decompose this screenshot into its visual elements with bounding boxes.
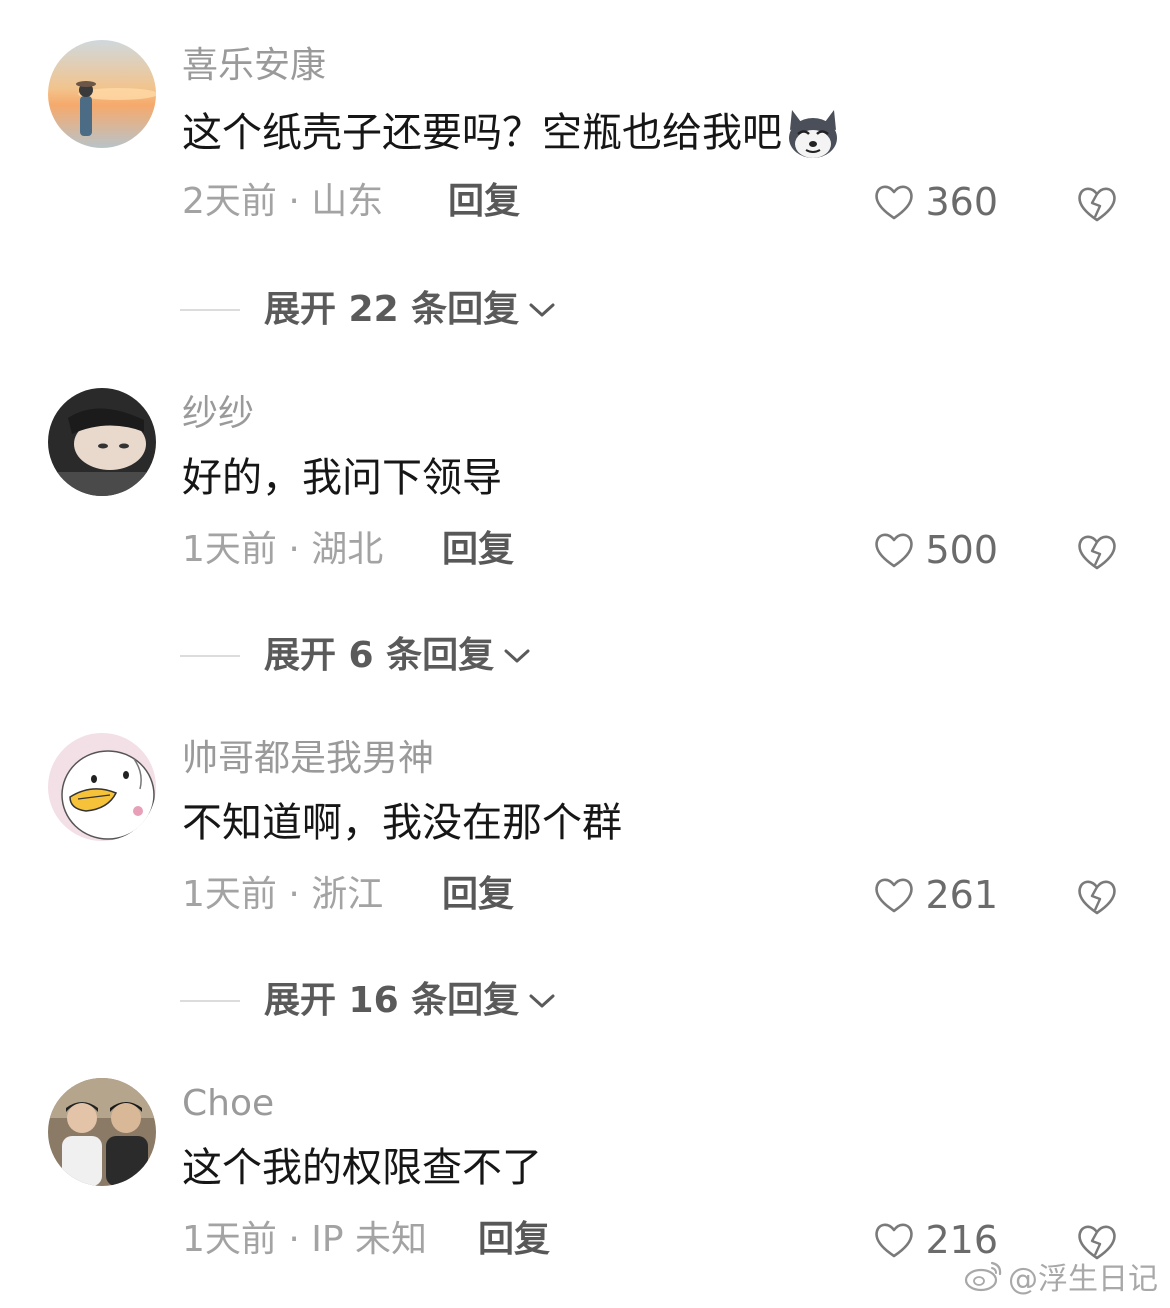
husky-dog-emoji — [784, 104, 842, 162]
divider-line — [180, 655, 240, 657]
like-count: 261 — [925, 873, 998, 917]
avatar-lying-person — [48, 388, 156, 496]
dislike-button[interactable] — [1076, 532, 1118, 572]
time-location: 1天前 · 浙江 — [182, 874, 384, 915]
heart-icon — [875, 533, 914, 568]
time-location: 1天前 · 湖北 — [182, 529, 384, 570]
dislike-button[interactable] — [1076, 877, 1118, 917]
comment-item: 帅哥都是我男神 不知道啊，我没在那个群 1天前 · 浙江 回复 261 — [0, 733, 1170, 963]
comment-text-content: 这个纸壳子还要吗？空瓶也给我吧 — [182, 110, 782, 156]
expand-replies-button[interactable]: 展开 22 条回复 — [180, 288, 557, 332]
reply-button[interactable]: 回复 — [442, 528, 514, 572]
comment-text: 这个纸壳子还要吗？空瓶也给我吧 — [182, 104, 842, 162]
reply-button[interactable]: 回复 — [478, 1218, 550, 1262]
user-avatar[interactable] — [48, 1078, 156, 1186]
comment-text: 这个我的权限查不了 — [182, 1142, 542, 1194]
weibo-icon — [964, 1261, 1002, 1292]
time-location: 2天前 · 山东 — [182, 181, 384, 222]
username[interactable]: Choe — [182, 1082, 274, 1126]
like-button[interactable]: 500 — [873, 528, 998, 572]
chevron-down-icon — [504, 649, 530, 663]
like-count: 500 — [925, 528, 998, 572]
user-avatar[interactable] — [48, 388, 156, 496]
reply-button[interactable]: 回复 — [448, 180, 520, 224]
watermark-text: @浮生日记 — [1008, 1262, 1158, 1297]
comment-text-content: 好的，我问下领导 — [182, 455, 502, 501]
like-count: 360 — [925, 180, 998, 224]
like-button[interactable]: 261 — [873, 873, 998, 917]
like-button[interactable]: 360 — [873, 180, 998, 224]
expand-replies-button[interactable]: 展开 6 条回复 — [180, 634, 532, 678]
comment-item: 喜乐安康 这个纸壳子还要吗？空瓶也给我吧 2天前 · 山东 回复 360 — [0, 40, 1170, 270]
expand-replies-label: 展开 6 条回复 — [264, 635, 495, 676]
broken-heart-icon — [1078, 535, 1116, 570]
avatar-cartoon-duck — [48, 733, 156, 841]
chevron-down-icon — [529, 303, 555, 317]
username[interactable]: 纱纱 — [182, 392, 254, 436]
comment-item: 纱纱 好的，我问下领导 1天前 · 湖北 回复 500 — [0, 388, 1170, 618]
reply-button[interactable]: 回复 — [442, 873, 514, 917]
broken-heart-icon — [1078, 187, 1116, 222]
avatar-two-men — [48, 1078, 156, 1186]
heart-icon — [875, 1223, 914, 1258]
user-avatar[interactable] — [48, 40, 156, 148]
heart-icon — [875, 185, 914, 220]
time-location: 1天前 · IP 未知 — [182, 1219, 428, 1260]
comment-list: 喜乐安康 这个纸壳子还要吗？空瓶也给我吧 2天前 · 山东 回复 360 展开 … — [0, 0, 1170, 1308]
heart-icon — [875, 878, 914, 913]
username[interactable]: 喜乐安康 — [182, 44, 326, 88]
dislike-button[interactable] — [1076, 184, 1118, 224]
divider-line — [180, 309, 240, 311]
broken-heart-icon — [1078, 880, 1116, 915]
comment-text: 不知道啊，我没在那个群 — [182, 797, 622, 849]
watermark: @浮生日记 — [964, 1254, 1158, 1298]
comment-text-content: 这个我的权限查不了 — [182, 1145, 542, 1191]
avatar-sunset-girl — [48, 40, 156, 148]
chevron-down-icon — [529, 994, 555, 1008]
expand-replies-label: 展开 16 条回复 — [264, 980, 520, 1021]
divider-line — [180, 1000, 240, 1002]
comment-text-content: 不知道啊，我没在那个群 — [182, 800, 622, 846]
username[interactable]: 帅哥都是我男神 — [182, 737, 434, 781]
expand-replies-label: 展开 22 条回复 — [264, 289, 520, 330]
comment-text: 好的，我问下领导 — [182, 452, 502, 504]
user-avatar[interactable] — [48, 733, 156, 841]
expand-replies-button[interactable]: 展开 16 条回复 — [180, 979, 557, 1023]
